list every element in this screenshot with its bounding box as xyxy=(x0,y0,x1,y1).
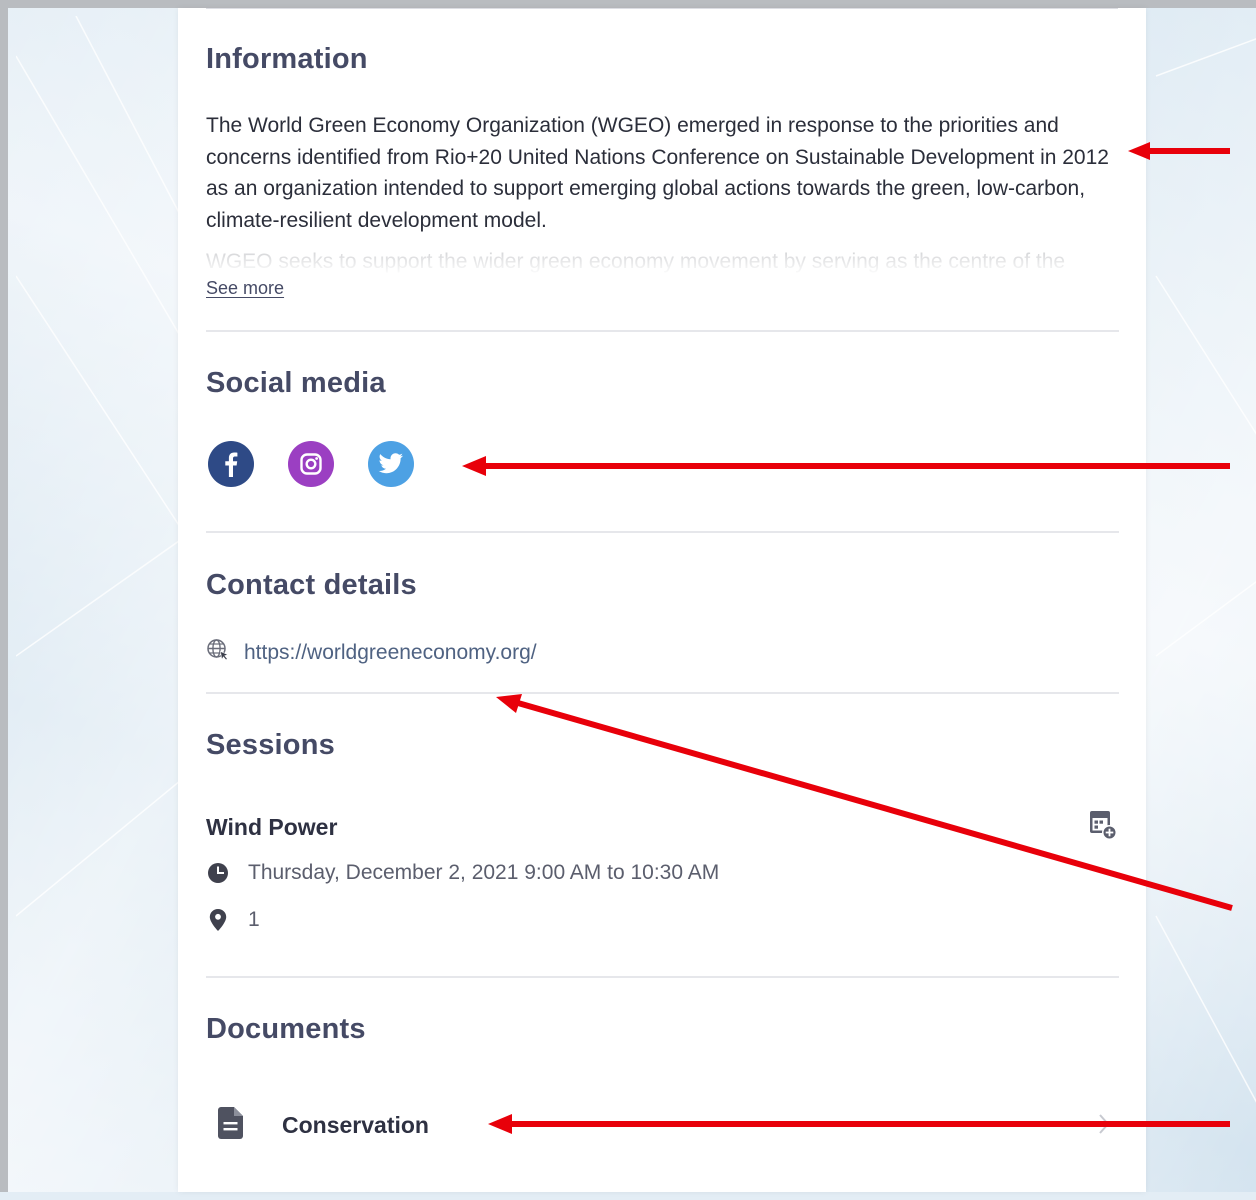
calendar-add-icon xyxy=(1090,811,1117,840)
clock-icon xyxy=(206,862,230,884)
see-more-link[interactable]: See more xyxy=(206,278,284,299)
globe-icon xyxy=(206,638,230,667)
documents-heading: Documents xyxy=(206,1013,366,1045)
section-divider xyxy=(206,330,1119,332)
chevron-right-icon xyxy=(1098,1113,1110,1140)
section-divider xyxy=(206,531,1119,533)
twitter-icon[interactable] xyxy=(368,441,414,487)
session-time-row: Thursday, December 2, 2021 9:00 AM to 10… xyxy=(206,861,719,885)
session-location-row: 1 xyxy=(206,908,260,932)
session-datetime: Thursday, December 2, 2021 9:00 AM to 10… xyxy=(248,861,720,884)
sessions-heading: Sessions xyxy=(206,729,335,761)
contact-details-heading: Contact details xyxy=(206,569,417,601)
session-location: 1 xyxy=(248,908,260,931)
section-divider xyxy=(206,692,1119,694)
website-row: https://worldgreeneconomy.org/ xyxy=(206,638,537,667)
document-icon xyxy=(218,1106,244,1144)
top-divider xyxy=(206,8,1118,9)
document-name: Conservation xyxy=(282,1111,429,1138)
information-text: The World Green Economy Organization (WG… xyxy=(206,114,1109,232)
information-heading: Information xyxy=(206,43,368,75)
instagram-icon[interactable] xyxy=(288,441,334,487)
social-media-heading: Social media xyxy=(206,367,386,399)
add-to-calendar-button[interactable] xyxy=(1086,808,1122,844)
location-pin-icon xyxy=(206,909,230,931)
section-divider xyxy=(206,976,1119,978)
organization-detail-panel: Information The World Green Economy Orga… xyxy=(178,8,1146,1192)
information-text-overflow: WGEO seeks to support the wider green ec… xyxy=(206,250,1066,273)
document-item[interactable]: Conservation xyxy=(218,1101,1118,1149)
session-title[interactable]: Wind Power xyxy=(206,814,337,841)
website-link[interactable]: https://worldgreeneconomy.org/ xyxy=(244,641,537,665)
facebook-icon[interactable] xyxy=(208,441,254,487)
